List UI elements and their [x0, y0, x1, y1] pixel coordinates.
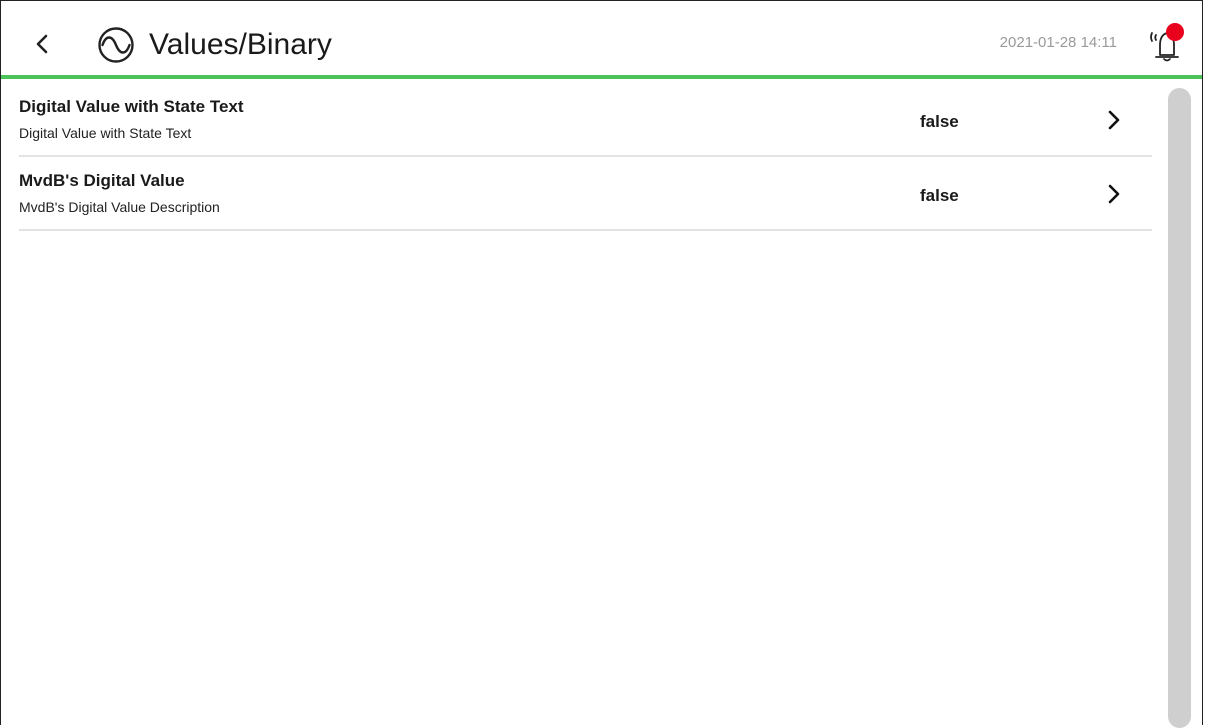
datetime-display: 2021-01-28 14:11	[999, 34, 1117, 51]
list-item[interactable]: MvdB's Digital Value MvdB's Digital Valu…	[19, 157, 1152, 231]
sine-wave-icon	[98, 27, 134, 63]
item-title: MvdB's Digital Value	[19, 171, 185, 190]
scrollbar[interactable]	[1168, 88, 1191, 728]
item-value: false	[920, 186, 959, 205]
alarm-badge	[1166, 23, 1184, 41]
chevron-right-icon	[1108, 110, 1120, 130]
header-bar: Values/Binary 2021-01-28 14:11	[1, 1, 1202, 79]
item-description: Digital Value with State Text	[19, 125, 192, 141]
page-title: Values/Binary	[149, 28, 332, 61]
item-title: Digital Value with State Text	[19, 97, 244, 116]
item-value: false	[920, 112, 959, 131]
alarm-button[interactable]	[1146, 21, 1186, 63]
app-window: Values/Binary 2021-01-28 14:11 Digital V…	[0, 0, 1203, 728]
alarm-bell-icon	[1150, 23, 1184, 62]
chevron-right-icon	[1108, 184, 1120, 204]
back-button[interactable]	[27, 27, 57, 61]
item-description: MvdB's Digital Value Description	[19, 199, 220, 215]
chevron-left-icon	[36, 34, 48, 54]
value-list: Digital Value with State Text Digital Va…	[19, 83, 1152, 231]
list-item[interactable]: Digital Value with State Text Digital Va…	[19, 83, 1152, 157]
